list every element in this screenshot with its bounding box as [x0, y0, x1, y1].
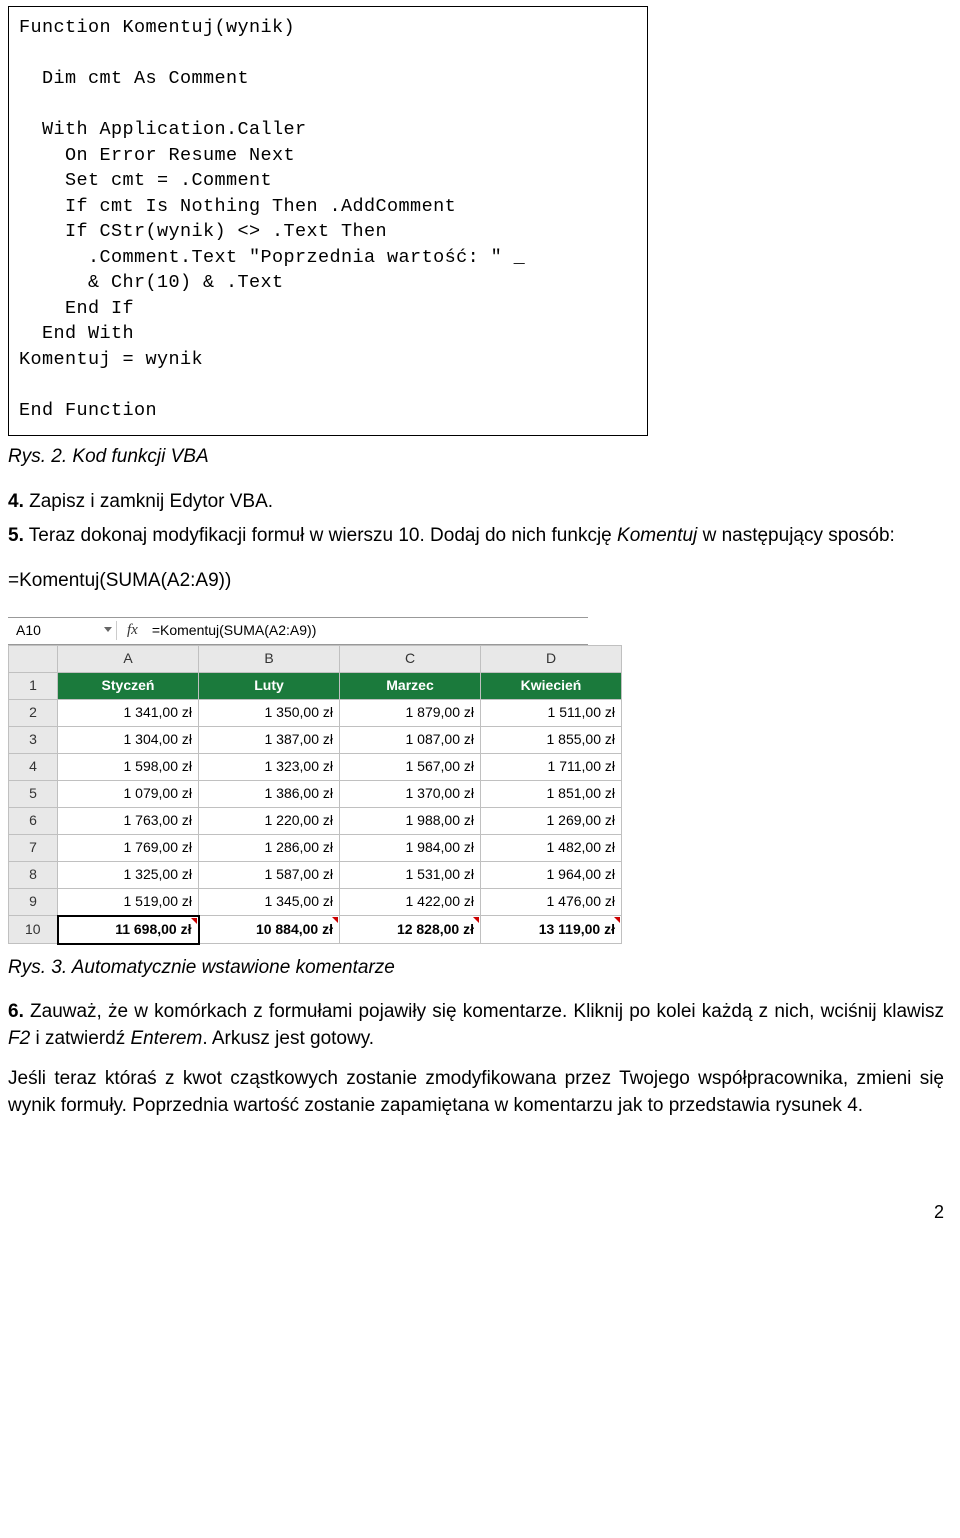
row-header[interactable]: 5: [9, 780, 58, 807]
sum-cell[interactable]: 13 119,00 zł: [481, 916, 622, 944]
spreadsheet-grid[interactable]: A B C D 1 Styczeń Luty Marzec Kwiecień 2…: [8, 645, 622, 945]
spreadsheet-screenshot: A10 fx =Komentuj(SUMA(A2:A9)) A B C D 1 …: [8, 617, 944, 945]
cell[interactable]: Luty: [199, 672, 340, 699]
cell[interactable]: 1 879,00 zł: [340, 699, 481, 726]
cell[interactable]: 1 855,00 zł: [481, 726, 622, 753]
cell[interactable]: Styczeń: [58, 672, 199, 699]
cell[interactable]: 1 482,00 zł: [481, 834, 622, 861]
cell[interactable]: 1 511,00 zł: [481, 699, 622, 726]
cell[interactable]: 1 286,00 zł: [199, 834, 340, 861]
name-box-value: A10: [16, 622, 41, 638]
step-6-p2: i zatwierdź: [30, 1028, 130, 1049]
row-header[interactable]: 7: [9, 834, 58, 861]
cell[interactable]: 1 269,00 zł: [481, 807, 622, 834]
name-box[interactable]: A10: [8, 621, 117, 641]
cell[interactable]: 1 763,00 zł: [58, 807, 199, 834]
fx-label[interactable]: fx: [117, 620, 148, 641]
cell[interactable]: 1 341,00 zł: [58, 699, 199, 726]
step-6-key-f2: F2: [8, 1028, 30, 1049]
step-5-before: Teraz dokonaj modyfikacji formuł w wiers…: [24, 525, 617, 546]
step-5-after: w następujący sposób:: [697, 525, 895, 546]
col-header[interactable]: A: [58, 645, 199, 672]
cell[interactable]: 1 988,00 zł: [340, 807, 481, 834]
dropdown-icon[interactable]: [104, 627, 112, 632]
page-number: 2: [8, 1200, 944, 1225]
col-header[interactable]: C: [340, 645, 481, 672]
step-5: 5. Teraz dokonaj modyfikacji formuł w wi…: [8, 523, 944, 550]
cell[interactable]: 1 984,00 zł: [340, 834, 481, 861]
cell[interactable]: 1 964,00 zł: [481, 861, 622, 888]
cell[interactable]: 1 323,00 zł: [199, 753, 340, 780]
cell[interactable]: 1 087,00 zł: [340, 726, 481, 753]
cell[interactable]: 1 345,00 zł: [199, 888, 340, 916]
step-6: 6. Zauważ, że w komórkach z formułami po…: [8, 999, 944, 1052]
step-5-number: 5.: [8, 525, 24, 546]
step-6-p3: . Arkusz jest gotowy.: [202, 1028, 374, 1049]
col-header[interactable]: B: [199, 645, 340, 672]
figure-2-caption: Rys. 2. Kod funkcji VBA: [8, 444, 944, 471]
row-header[interactable]: 10: [9, 916, 58, 944]
cell[interactable]: 1 531,00 zł: [340, 861, 481, 888]
cell[interactable]: 1 769,00 zł: [58, 834, 199, 861]
cell[interactable]: 1 851,00 zł: [481, 780, 622, 807]
cell[interactable]: 1 079,00 zł: [58, 780, 199, 807]
cell[interactable]: 1 598,00 zł: [58, 753, 199, 780]
cell[interactable]: 1 387,00 zł: [199, 726, 340, 753]
step-4: 4. Zapisz i zamknij Edytor VBA.: [8, 489, 944, 516]
row-header[interactable]: 2: [9, 699, 58, 726]
step-6-key-enter: Enterem: [131, 1028, 203, 1049]
cell[interactable]: 1 476,00 zł: [481, 888, 622, 916]
cell[interactable]: 1 587,00 zł: [199, 861, 340, 888]
cell[interactable]: Kwiecień: [481, 672, 622, 699]
cell[interactable]: 1 519,00 zł: [58, 888, 199, 916]
sum-cell[interactable]: 10 884,00 zł: [199, 916, 340, 944]
cell[interactable]: 1 350,00 zł: [199, 699, 340, 726]
row-header[interactable]: 4: [9, 753, 58, 780]
figure-3-caption: Rys. 3. Automatycznie wstawione komentar…: [8, 955, 944, 982]
closing-paragraph: Jeśli teraz któraś z kwot cząstkowych zo…: [8, 1066, 944, 1119]
select-all-corner[interactable]: [9, 645, 58, 672]
formula-example: =Komentuj(SUMA(A2:A9)): [8, 568, 944, 595]
row-header[interactable]: 9: [9, 888, 58, 916]
vba-code-block: Function Komentuj(wynik) Dim cmt As Comm…: [8, 6, 648, 436]
cell[interactable]: 1 304,00 zł: [58, 726, 199, 753]
cell[interactable]: 1 386,00 zł: [199, 780, 340, 807]
cell[interactable]: 1 711,00 zł: [481, 753, 622, 780]
formula-bar: A10 fx =Komentuj(SUMA(A2:A9)): [8, 617, 588, 645]
cell[interactable]: Marzec: [340, 672, 481, 699]
step-5-funcname: Komentuj: [617, 525, 697, 546]
row-header[interactable]: 8: [9, 861, 58, 888]
col-header[interactable]: D: [481, 645, 622, 672]
cell[interactable]: 1 220,00 zł: [199, 807, 340, 834]
formula-bar-value[interactable]: =Komentuj(SUMA(A2:A9)): [148, 621, 317, 641]
cell[interactable]: 1 370,00 zł: [340, 780, 481, 807]
row-header[interactable]: 3: [9, 726, 58, 753]
row-header[interactable]: 6: [9, 807, 58, 834]
step-6-number: 6.: [8, 1001, 24, 1022]
sum-cell-selected[interactable]: 11 698,00 zł: [58, 916, 199, 944]
cell[interactable]: 1 422,00 zł: [340, 888, 481, 916]
cell[interactable]: 1 567,00 zł: [340, 753, 481, 780]
step-4-number: 4.: [8, 491, 24, 512]
step-4-text: Zapisz i zamknij Edytor VBA.: [24, 491, 273, 512]
step-6-p1: Zauważ, że w komórkach z formułami pojaw…: [24, 1001, 944, 1022]
row-header[interactable]: 1: [9, 672, 58, 699]
cell[interactable]: 1 325,00 zł: [58, 861, 199, 888]
sum-cell[interactable]: 12 828,00 zł: [340, 916, 481, 944]
